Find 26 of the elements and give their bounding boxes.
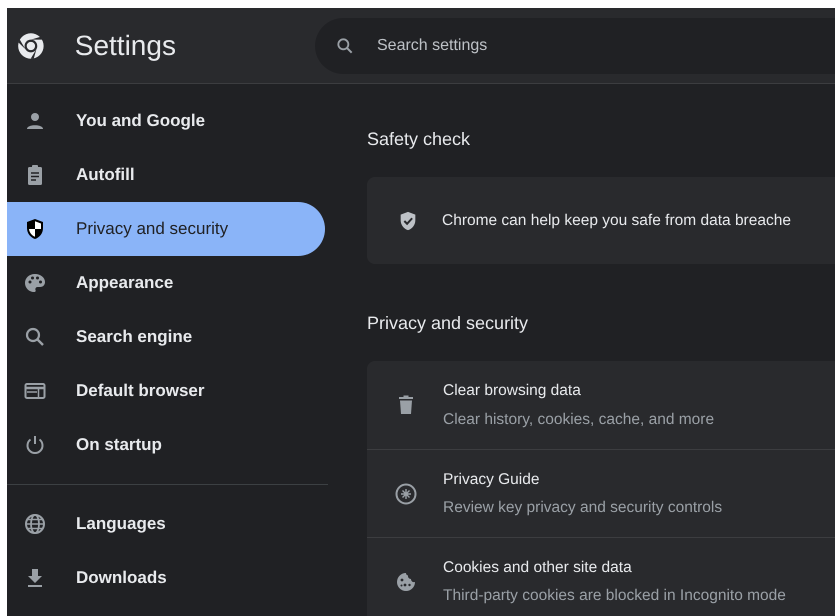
row-subtitle: Clear history, cookies, cache, and more <box>443 410 714 430</box>
sidebar-item[interactable]: Privacy and security <box>7 202 325 256</box>
row-title: Privacy Guide <box>443 470 540 490</box>
sidebar-item[interactable]: On startup <box>7 418 325 472</box>
row-subtitle: Third-party cookies are blocked in Incognito mode <box>443 586 786 606</box>
row-title: Cookies and other site data <box>443 558 633 578</box>
settings-row[interactable]: Clear browsing data Clear history, cookies, cache, and more <box>367 361 835 449</box>
sidebar-item[interactable]: Default browser <box>7 364 325 418</box>
palette-icon <box>23 271 47 295</box>
sidebar-item[interactable]: You and Google <box>7 94 325 148</box>
sidebar-item[interactable]: Autofill <box>7 148 325 202</box>
page-title: Settings <box>74 28 177 63</box>
sidebar-item[interactable]: Search engine <box>7 310 325 364</box>
globe-icon <box>23 512 47 536</box>
settings-row[interactable]: Cookies and other site data Third-party cookies are blocked in Incognito mode <box>367 537 835 616</box>
section-heading: Privacy and security <box>367 312 530 335</box>
sidebar-item[interactable]: Appearance <box>7 256 325 310</box>
sidebar-item[interactable]: Downloads <box>7 551 325 605</box>
search-icon <box>335 36 355 56</box>
section-heading: Safety check <box>367 128 472 151</box>
search-field[interactable]: Search settings <box>315 18 835 74</box>
safety-check-text: Chrome can help keep you safe from data breache <box>442 210 791 231</box>
settings-row[interactable]: Privacy Guide Review key privacy and security controls <box>367 449 835 537</box>
sidebar-item[interactable]: Languages <box>7 497 325 551</box>
row-subtitle: Review key privacy and security controls <box>443 498 722 518</box>
row-title: Clear browsing data <box>443 381 582 402</box>
